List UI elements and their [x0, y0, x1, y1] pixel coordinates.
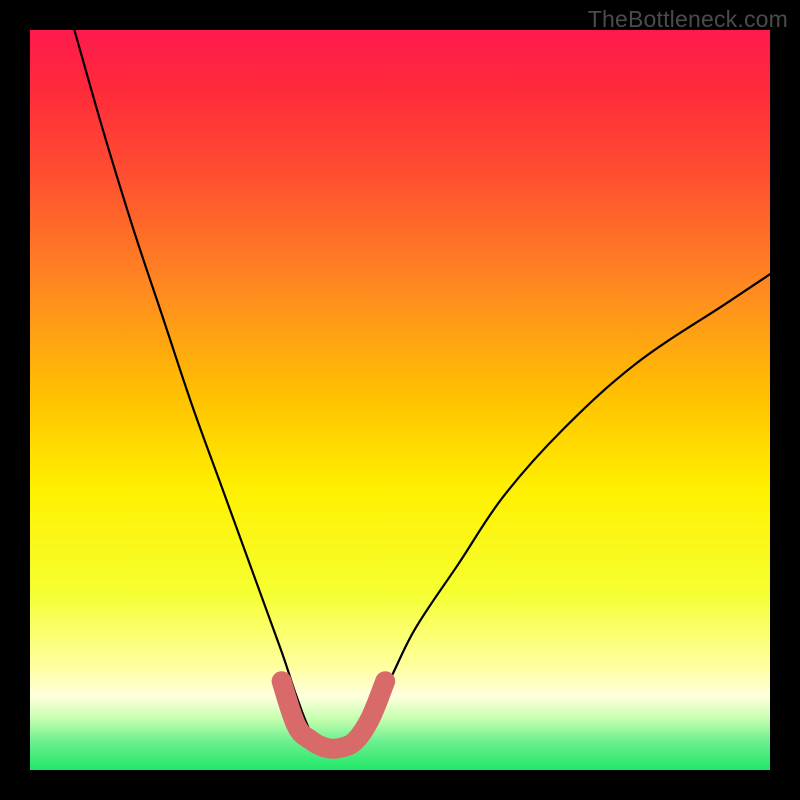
bottleneck-chart — [30, 30, 770, 770]
plot-area — [30, 30, 770, 770]
chart-frame: TheBottleneck.com — [0, 0, 800, 800]
watermark-text: TheBottleneck.com — [588, 6, 788, 33]
